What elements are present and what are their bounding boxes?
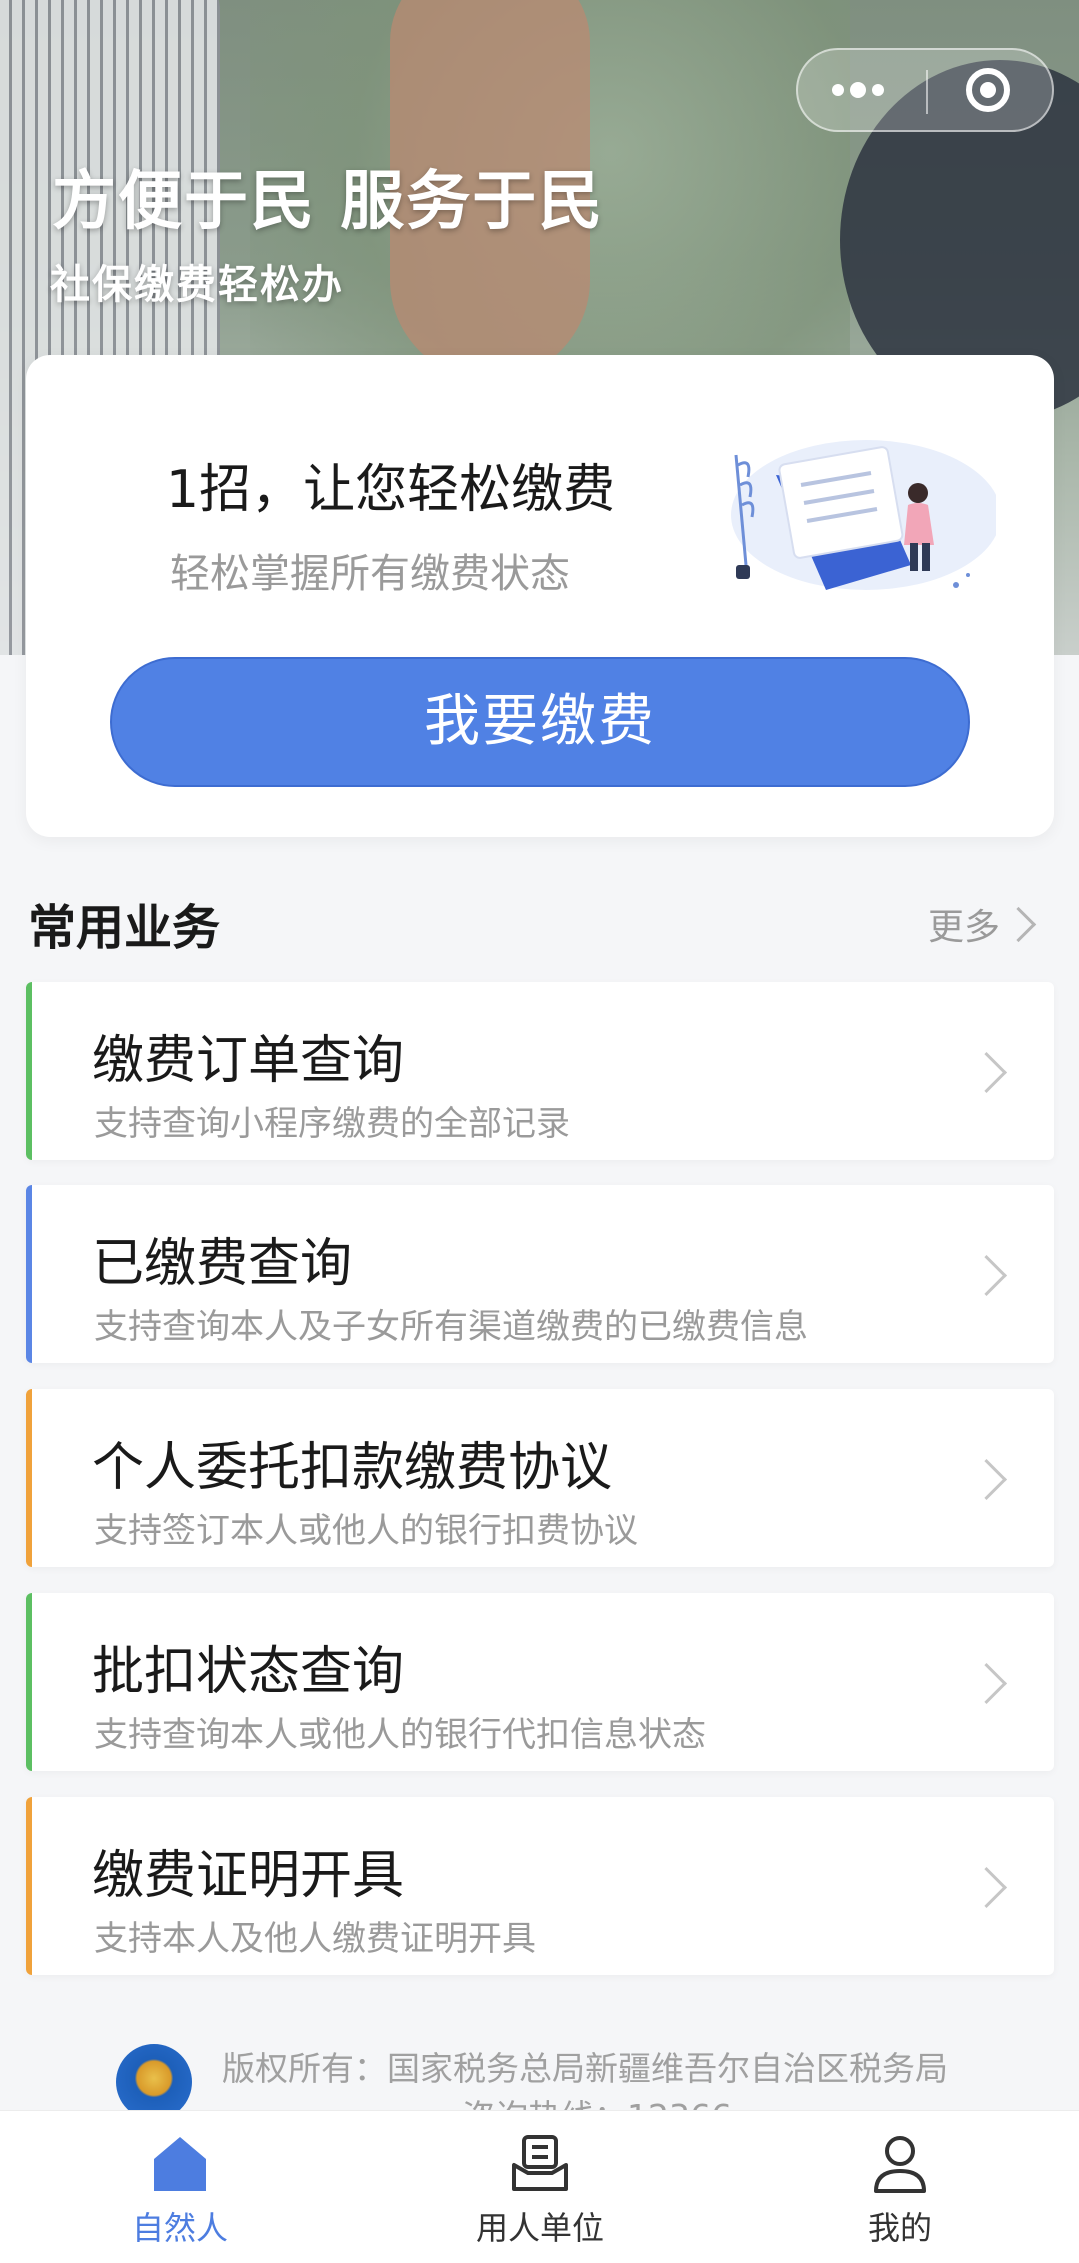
section-title: 常用业务 (28, 900, 221, 956)
payment-illustration (731, 440, 996, 590)
service-item-order-query[interactable]: 缴费订单查询 支持查询小程序缴费的全部记录 (26, 982, 1054, 1160)
service-item-desc: 支持本人及他人缴费证明开具 (94, 1919, 536, 1959)
tab-mine[interactable]: 我的 (800, 2111, 1000, 2263)
mini-program-capsule (796, 48, 1054, 132)
service-item-desc: 支持签订本人或他人的银行扣费协议 (94, 1511, 638, 1551)
accent-bar (26, 1389, 32, 1567)
user-icon (874, 2136, 926, 2193)
more-dots-icon[interactable] (832, 80, 892, 100)
hero-subtitle: 社保缴费轻松办 (50, 262, 344, 308)
accent-bar (26, 1185, 32, 1363)
accent-bar (26, 1593, 32, 1771)
capsule-divider (926, 70, 928, 114)
tax-bureau-emblem-icon (116, 2044, 192, 2110)
chevron-right-icon (965, 1866, 1008, 1909)
tab-label: 自然人 (131, 2209, 228, 2247)
inbox-icon (512, 2135, 568, 2191)
hero-title: 方便于民 服务于民 (52, 165, 605, 239)
tab-natural-person[interactable]: 自然人 (80, 2111, 280, 2263)
home-icon (154, 2137, 206, 2191)
service-item-certificate[interactable]: 缴费证明开具 支持本人及他人缴费证明开具 (26, 1797, 1054, 1975)
chevron-right-icon (965, 1458, 1008, 1501)
chevron-right-icon (965, 1254, 1008, 1297)
tab-employer[interactable]: 用人单位 (440, 2111, 640, 2263)
more-link[interactable]: 更多 (928, 898, 1037, 950)
more-link-label: 更多 (928, 907, 1001, 948)
bottom-tab-bar: 自然人 用人单位 我的 (0, 2110, 1079, 2263)
pay-now-button[interactable]: 我要缴费 (110, 657, 970, 787)
chevron-right-icon (1000, 906, 1037, 943)
hotline-text: 咨询热线：12366 (462, 2090, 732, 2110)
promo-subheading: 轻松掌握所有缴费状态 (170, 551, 570, 597)
service-item-title: 缴费订单查询 (92, 1031, 405, 1091)
service-item-batch-status[interactable]: 批扣状态查询 支持查询本人或他人的银行代扣信息状态 (26, 1593, 1054, 1771)
service-item-title: 批扣状态查询 (92, 1642, 405, 1702)
copyright-text: 版权所有：国家税务总局新疆维吾尔自治区税务局 (222, 2049, 948, 2088)
chevron-right-icon (965, 1051, 1008, 1094)
service-item-paid-query[interactable]: 已缴费查询 支持查询本人及子女所有渠道缴费的已缴费信息 (26, 1185, 1054, 1363)
service-item-desc: 支持查询本人或他人的银行代扣信息状态 (94, 1715, 706, 1755)
chevron-right-icon (965, 1662, 1008, 1705)
accent-bar (26, 1797, 32, 1975)
accent-bar (26, 982, 32, 1160)
tab-label: 用人单位 (475, 2209, 604, 2247)
service-item-title: 个人委托扣款缴费协议 (92, 1438, 613, 1498)
tab-label: 我的 (867, 2209, 932, 2247)
service-item-desc: 支持查询小程序缴费的全部记录 (94, 1104, 570, 1144)
service-item-desc: 支持查询本人及子女所有渠道缴费的已缴费信息 (94, 1307, 808, 1347)
service-item-title: 已缴费查询 (92, 1234, 353, 1294)
service-item-title: 缴费证明开具 (92, 1846, 405, 1906)
promo-heading: 1招，让您轻松缴费 (166, 460, 616, 520)
footer: 版权所有：国家税务总局新疆维吾尔自治区税务局 咨询热线：12366 (0, 2020, 1079, 2110)
promo-card: 1招，让您轻松缴费 轻松掌握所有缴费状态 我要缴费 (26, 355, 1054, 837)
service-item-debit-agreement[interactable]: 个人委托扣款缴费协议 支持签订本人或他人的银行扣费协议 (26, 1389, 1054, 1567)
target-close-icon[interactable] (966, 68, 1010, 112)
